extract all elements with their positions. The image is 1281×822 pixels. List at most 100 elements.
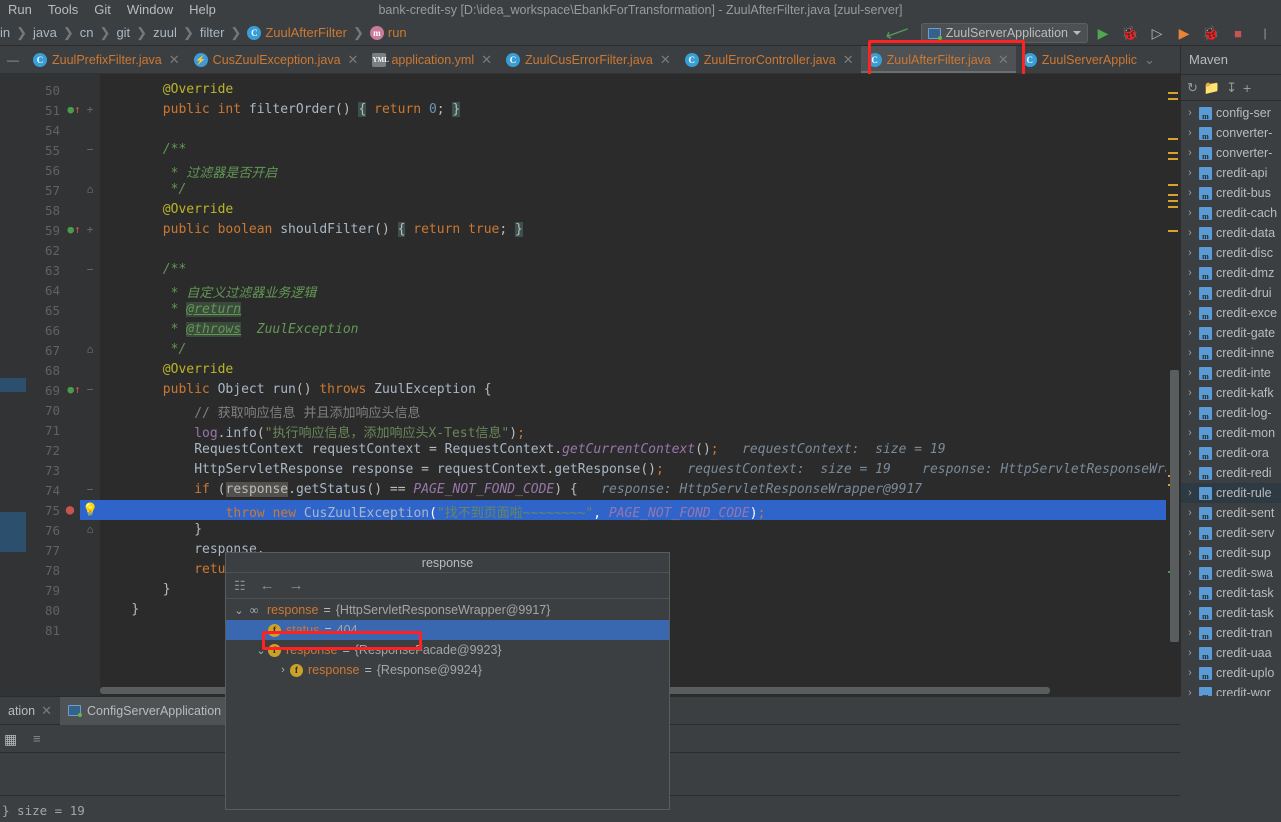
profile-run-button[interactable]: ▶ xyxy=(1172,22,1196,44)
code-line[interactable]: HttpServletResponse response = requestCo… xyxy=(194,462,1180,477)
editor-tab-zuulerrorcontroller[interactable]: C ZuulErrorController.java ✕ xyxy=(678,46,861,73)
override-method-icon[interactable]: ●↑ xyxy=(66,223,82,236)
maven-projects-list[interactable]: › config-ser › converter- › converter- › credit… xyxy=(1181,103,1281,696)
maven-module-row[interactable]: › credit-exce xyxy=(1181,303,1281,323)
expand-chevron-icon[interactable]: › xyxy=(1185,387,1195,399)
refresh-icon[interactable]: ↻ xyxy=(1187,80,1198,96)
close-icon[interactable]: ✕ xyxy=(169,52,180,68)
expand-chevron-icon[interactable]: › xyxy=(276,664,290,676)
editor-tab-application-yml[interactable]: YML application.yml ✕ xyxy=(365,46,499,73)
expand-chevron-icon[interactable]: › xyxy=(1185,467,1195,479)
maven-module-row[interactable]: › credit-tran xyxy=(1181,623,1281,643)
run-tab-configserverapplication[interactable]: ConfigServerApplication xyxy=(60,696,230,725)
maven-module-row[interactable]: › credit-task xyxy=(1181,583,1281,603)
variable-tree-row[interactable]: › f response = {Response@9924} xyxy=(226,660,669,680)
editor-tab-zuulafterfilter[interactable]: C ZuulAfterFilter.java ✕ xyxy=(860,46,1016,73)
maven-module-row[interactable]: › credit-kafk xyxy=(1181,383,1281,403)
maven-module-row[interactable]: › credit-gate xyxy=(1181,323,1281,343)
breadcrumb-item-class[interactable]: ZuulAfterFilter xyxy=(265,25,347,40)
breadcrumb-item-3[interactable]: git xyxy=(116,25,130,40)
intention-bulb-icon[interactable]: 💡 xyxy=(82,503,98,518)
maven-module-row[interactable]: › credit-disc xyxy=(1181,243,1281,263)
code-line[interactable]: // 获取响应信息 并且添加响应头信息 xyxy=(194,402,420,421)
debug-value-popup[interactable]: response ☷ ← → ⌄ ∞ response = {HttpServletRe… xyxy=(225,552,670,810)
maven-module-row[interactable]: › credit-wor xyxy=(1181,683,1281,696)
code-line[interactable]: RequestContext requestContext = RequestC… xyxy=(194,442,945,457)
more-toolbar-button[interactable]: | xyxy=(1253,22,1277,44)
code-line[interactable]: throw new CusZuulException("找不到页面啦~~~~~~… xyxy=(226,502,766,521)
breadcrumb-item-2[interactable]: cn xyxy=(80,25,94,40)
variables-table-icon[interactable]: ▦ xyxy=(4,731,19,747)
expand-chevron-icon[interactable]: › xyxy=(1185,207,1195,219)
code-line[interactable]: } xyxy=(163,582,171,597)
expand-chevron-icon[interactable]: › xyxy=(1185,647,1195,659)
code-line[interactable]: */ xyxy=(171,342,187,357)
variables-tree[interactable]: ⌄ ∞ response = {HttpServletResponseWrapper@9… xyxy=(226,600,669,809)
expand-chevron-icon[interactable]: › xyxy=(1185,367,1195,379)
expand-chevron-icon[interactable]: › xyxy=(1185,527,1195,539)
expand-chevron-icon[interactable]: › xyxy=(1185,447,1195,459)
code-fold-icon[interactable]: − xyxy=(84,263,96,276)
breadcrumb-item-1[interactable]: java xyxy=(33,25,57,40)
code-line[interactable]: public boolean shouldFilter() { return t… xyxy=(163,222,523,237)
code-fold-icon[interactable]: + xyxy=(84,223,96,236)
close-icon[interactable]: ✕ xyxy=(998,52,1009,68)
maven-module-row[interactable]: › converter- xyxy=(1181,123,1281,143)
code-line[interactable]: public int filterOrder() { return 0; } xyxy=(163,102,461,117)
editor-tab-zuulprefixfilter[interactable]: C ZuulPrefixFilter.java ✕ xyxy=(26,46,187,73)
expand-chevron-icon[interactable]: › xyxy=(1185,127,1195,139)
expand-chevron-icon[interactable]: › xyxy=(1185,427,1195,439)
code-fold-icon[interactable]: − xyxy=(84,143,96,156)
maven-module-row[interactable]: › credit-inte xyxy=(1181,363,1281,383)
expand-chevron-icon[interactable]: › xyxy=(1185,347,1195,359)
expand-chevron-icon[interactable]: › xyxy=(1185,327,1195,339)
breadcrumb-item-0[interactable]: in xyxy=(0,25,10,40)
close-icon[interactable]: ✕ xyxy=(348,52,359,68)
code-fold-icon[interactable]: ⌂ xyxy=(84,343,96,356)
code-line[interactable]: * 过滤器是否开启 xyxy=(171,162,278,181)
run-with-coverage-button[interactable]: ▷ xyxy=(1145,22,1169,44)
back-arrow-icon[interactable]: ← xyxy=(260,577,275,594)
expand-chevron-icon[interactable]: › xyxy=(1185,667,1195,679)
menu-item-tools[interactable]: Tools xyxy=(40,0,86,20)
expand-chevron-icon[interactable]: › xyxy=(1185,287,1195,299)
expand-chevron-icon[interactable]: › xyxy=(1185,267,1195,279)
collapse-icon[interactable]: — xyxy=(0,46,26,73)
expand-chevron-icon[interactable]: › xyxy=(1185,147,1195,159)
run-configuration-selector[interactable]: ZuulServerApplication xyxy=(920,23,1088,43)
maven-module-row[interactable]: › credit-sent xyxy=(1181,503,1281,523)
breadcrumb-item-4[interactable]: zuul xyxy=(153,25,177,40)
collapse-chevron-icon[interactable]: ⌄ xyxy=(232,604,246,617)
code-fold-icon[interactable]: ⌂ xyxy=(84,183,96,196)
maven-module-row[interactable]: › credit-task xyxy=(1181,603,1281,623)
maven-module-row[interactable]: › credit-swa xyxy=(1181,563,1281,583)
close-icon[interactable]: ✕ xyxy=(660,52,671,68)
maven-module-row[interactable]: › credit-mon xyxy=(1181,423,1281,443)
maven-module-row[interactable]: › credit-serv xyxy=(1181,523,1281,543)
code-line[interactable]: if (response.getStatus() == PAGE_NOT_FON… xyxy=(194,482,922,497)
run-button[interactable]: ▶ xyxy=(1091,22,1115,44)
menu-item-run[interactable]: Run xyxy=(0,0,40,20)
maven-module-row[interactable]: › credit-redi xyxy=(1181,463,1281,483)
editor-marker-stripe[interactable] xyxy=(1166,74,1180,696)
forward-arrow-icon[interactable]: → xyxy=(289,577,304,594)
code-fold-icon[interactable]: − xyxy=(84,483,96,496)
run-tab-partial[interactable]: ation ✕ xyxy=(0,697,60,725)
back-arrow-icon[interactable]: ⟵ xyxy=(883,19,913,46)
editor-tab-cuszuulexception[interactable]: ⚡ CusZuulException.java ✕ xyxy=(187,46,366,73)
code-fold-icon[interactable]: − xyxy=(84,383,96,396)
maven-module-row[interactable]: › credit-bus xyxy=(1181,183,1281,203)
menu-item-git[interactable]: Git xyxy=(86,0,119,20)
maven-module-row[interactable]: › converter- xyxy=(1181,143,1281,163)
plus-icon[interactable]: + xyxy=(1243,80,1251,96)
code-line[interactable]: log.info("执行响应信息，添加响应头X-Test信息"); xyxy=(194,422,525,441)
maven-module-row[interactable]: › credit-cach xyxy=(1181,203,1281,223)
download-sources-icon[interactable]: ↧ xyxy=(1226,80,1237,96)
code-line[interactable]: @Override xyxy=(163,202,233,217)
maven-module-row[interactable]: › credit-sup xyxy=(1181,543,1281,563)
add-maven-project-icon[interactable]: 📁 xyxy=(1204,80,1220,96)
expand-chevron-icon[interactable]: › xyxy=(1185,567,1195,579)
maven-module-row[interactable]: › credit-rule xyxy=(1181,483,1281,503)
breadcrumb-item-method[interactable]: run xyxy=(388,25,407,40)
expand-chevron-icon[interactable]: › xyxy=(1185,507,1195,519)
